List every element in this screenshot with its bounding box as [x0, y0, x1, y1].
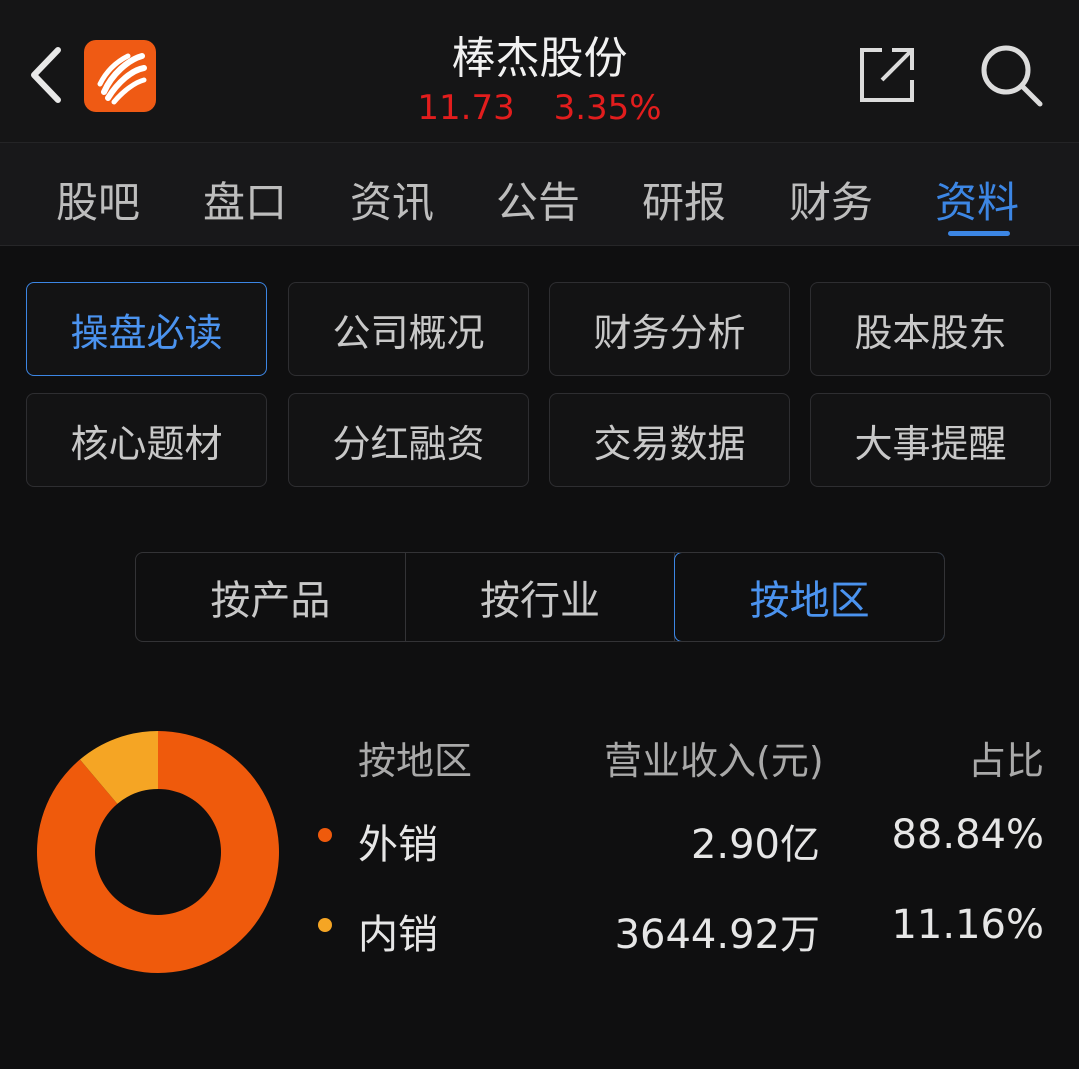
- table-row: 外销 2.90亿 88.84%: [316, 812, 1056, 872]
- header-region: 按地区: [358, 739, 473, 783]
- top-bar: 棒杰股份 11.73 3.35%: [0, 0, 1079, 143]
- legend-dot: [318, 918, 332, 932]
- section-dividends-financing[interactable]: 分红融资: [288, 393, 529, 487]
- table-row: 内销 3644.92万 11.16%: [316, 902, 1056, 962]
- section-core-themes[interactable]: 核心题材: [26, 393, 267, 487]
- section-company-overview[interactable]: 公司概况: [288, 282, 529, 376]
- header-revenue: 营业收入(元): [604, 739, 824, 783]
- region-name: 内销: [358, 912, 438, 958]
- tab-finance[interactable]: 财务: [789, 169, 873, 230]
- section-financial-analysis[interactable]: 财务分析: [549, 282, 790, 376]
- tab-news[interactable]: 资讯: [350, 169, 434, 230]
- section-shareholders[interactable]: 股本股东: [810, 282, 1051, 376]
- legend-dot: [318, 828, 332, 842]
- tab-profile[interactable]: 资料: [935, 169, 1019, 230]
- stock-price: 11.73: [417, 88, 515, 128]
- segment-by-product[interactable]: 按产品: [136, 553, 406, 641]
- tab-research[interactable]: 研报: [642, 169, 726, 230]
- share-icon[interactable]: [856, 44, 918, 106]
- search-icon[interactable]: [978, 42, 1044, 108]
- tab-pankou[interactable]: 盘口: [203, 169, 287, 230]
- region-name: 外销: [358, 822, 438, 868]
- region-revenue: 2.90亿: [690, 822, 820, 868]
- section-major-events[interactable]: 大事提醒: [810, 393, 1051, 487]
- section-trading-data[interactable]: 交易数据: [549, 393, 790, 487]
- breakdown-segmented-control: 按产品 按行业 按地区: [135, 552, 945, 642]
- revenue-donut-chart: [37, 731, 279, 973]
- segment-by-region[interactable]: 按地区: [674, 553, 944, 641]
- header-share: 占比: [968, 739, 1045, 783]
- stock-change-pct: 3.35%: [553, 88, 662, 128]
- region-share: 11.16%: [891, 902, 1044, 948]
- tab-guba[interactable]: 股吧: [56, 169, 140, 230]
- section-trading-must-read[interactable]: 操盘必读: [26, 282, 267, 376]
- active-tab-indicator: [948, 231, 1010, 236]
- region-share: 88.84%: [891, 812, 1044, 858]
- main-tab-bar: 股吧 盘口 资讯 公告 研报 财务 资料: [0, 143, 1079, 246]
- region-revenue: 3644.92万: [614, 912, 820, 958]
- segment-by-industry[interactable]: 按行业: [406, 553, 676, 641]
- tab-announcements[interactable]: 公告: [496, 169, 580, 230]
